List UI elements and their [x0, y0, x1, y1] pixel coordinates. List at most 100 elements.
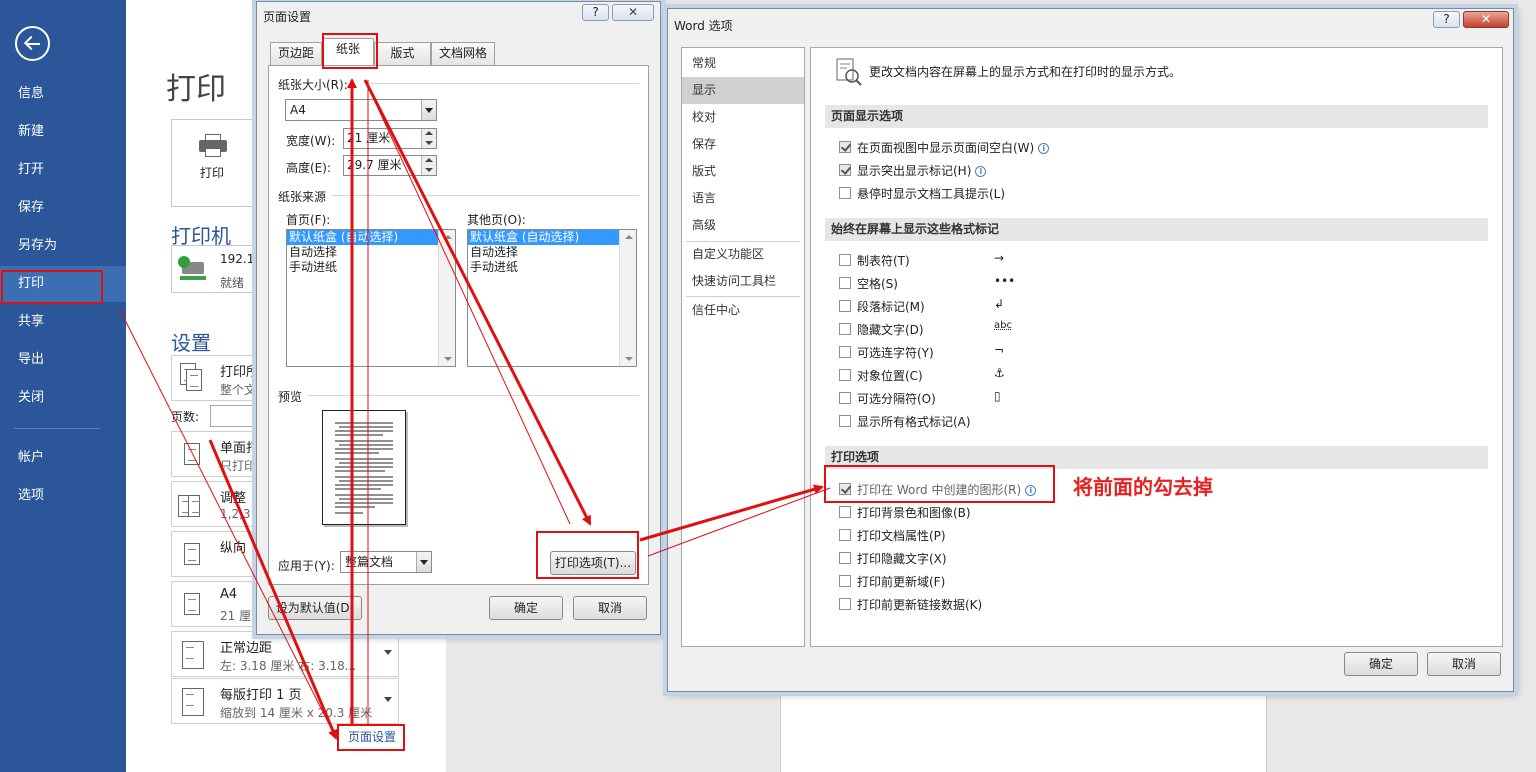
checkbox[interactable]: [839, 506, 851, 518]
nav-export[interactable]: 导出: [0, 342, 126, 378]
nav-proofing[interactable]: 校对: [682, 104, 804, 131]
checkbox[interactable]: [839, 415, 851, 427]
tab-layout[interactable]: 版式: [374, 42, 431, 65]
nav-save[interactable]: 保存: [682, 131, 804, 158]
margins-setting[interactable]: 正常边距 左: 3.18 厘米 右: 3.18...: [171, 631, 399, 677]
help-icon[interactable]: ?: [1433, 11, 1460, 28]
scrollbar[interactable]: [619, 230, 636, 366]
list-item[interactable]: 手动进纸: [287, 260, 455, 275]
width-spinner[interactable]: 21 厘米: [343, 128, 437, 149]
nav-customize-ribbon[interactable]: 自定义功能区: [682, 241, 804, 268]
printer-selector[interactable]: 192.1 就绪: [171, 245, 255, 293]
setting-line1: 调整: [220, 491, 247, 506]
nav-save-as[interactable]: 另存为: [0, 228, 126, 264]
spin-arrows-icon[interactable]: [421, 129, 436, 148]
spin-arrows-icon[interactable]: [421, 156, 436, 175]
print-button[interactable]: 打印: [171, 119, 253, 207]
checkbox[interactable]: [839, 598, 851, 610]
checkbox[interactable]: [839, 392, 851, 404]
setting-line1: 每版打印 1 页: [220, 688, 302, 703]
first-page-source-list[interactable]: 默认纸盒 (自动选择) 自动选择 手动进纸: [286, 229, 456, 367]
nav-quick-access[interactable]: 快速访问工具栏: [682, 268, 804, 295]
help-icon[interactable]: ?: [582, 4, 609, 21]
height-label: 高度(E):: [286, 161, 331, 175]
option-label: 显示突出显示标记(H): [857, 164, 972, 178]
width-value: 21 厘米: [347, 131, 391, 145]
nav-close[interactable]: 关闭: [0, 380, 126, 416]
nav-general[interactable]: 常规: [682, 50, 804, 77]
nav-open[interactable]: 打开: [0, 152, 126, 188]
nav-language[interactable]: 语言: [682, 185, 804, 212]
set-default-button[interactable]: 设为默认值(D): [268, 596, 362, 620]
printer-status: 就绪: [220, 276, 245, 290]
list-item[interactable]: 手动进纸: [468, 260, 636, 275]
printer-ready-icon: [178, 254, 208, 284]
checkbox[interactable]: [839, 323, 851, 335]
tab-margins[interactable]: 页边距: [270, 42, 322, 65]
group-divider: [307, 395, 639, 396]
nav-advanced[interactable]: 高级: [682, 212, 804, 239]
group-divider: [369, 83, 639, 84]
list-item[interactable]: 默认纸盒 (自动选择): [287, 230, 438, 245]
nav-save[interactable]: 保存: [0, 190, 126, 226]
width-label: 宽度(W):: [286, 134, 336, 148]
highlight-page-setup-link: [337, 724, 405, 751]
option-label: 在页面视图中显示页面间空白(W): [857, 141, 1035, 155]
format-marks-section: 始终在屏幕上显示这些格式标记: [825, 218, 1488, 241]
pages-per-sheet-setting[interactable]: 每版打印 1 页 缩放到 14 厘米 x 20.3 厘米: [171, 678, 399, 724]
display-header-text: 更改文档内容在屏幕上的显示方式和在打印时的显示方式。: [869, 65, 1182, 79]
paper-source-group-label: 纸张来源: [278, 190, 327, 204]
cancel-button[interactable]: 取消: [573, 596, 647, 620]
checkbox[interactable]: [839, 164, 851, 176]
nav-share[interactable]: 共享: [0, 304, 126, 340]
checkbox[interactable]: [839, 187, 851, 199]
option-label: 悬停时显示文档工具提示(L): [857, 187, 1006, 201]
print-button-label: 打印: [199, 166, 224, 180]
close-icon[interactable]: ✕: [612, 4, 654, 21]
cancel-button[interactable]: 取消: [1427, 652, 1501, 676]
chevron-down-icon: [421, 100, 436, 120]
ok-button[interactable]: 确定: [489, 596, 563, 620]
setting-line2: 只打印: [220, 459, 257, 473]
printer-icon: [199, 134, 227, 157]
list-item[interactable]: 默认纸盒 (自动选择): [468, 230, 619, 245]
apply-to-select[interactable]: 整篇文档: [340, 551, 432, 573]
nav-divider: [14, 428, 100, 429]
first-page-label: 首页(F):: [286, 213, 331, 227]
word-options-dialog: Word 选项 ? ✕ 常规 显示 校对 保存 版式 语言 高级 自定义功能区 …: [667, 8, 1514, 692]
anchor-icon: ⚓: [994, 366, 1005, 380]
setting-line1: A4: [220, 587, 238, 602]
checkbox[interactable]: [839, 575, 851, 587]
checkbox[interactable]: [839, 552, 851, 564]
checkbox[interactable]: [839, 277, 851, 289]
option-label: 打印背景色和图像(B): [857, 506, 971, 520]
height-spinner[interactable]: 29.7 厘米: [343, 155, 437, 176]
nav-info[interactable]: 信息: [0, 76, 126, 112]
back-arrow-icon[interactable]: [15, 26, 50, 61]
checkbox[interactable]: [839, 300, 851, 312]
list-item[interactable]: 自动选择: [287, 245, 455, 260]
option-label: 打印文档属性(P): [857, 529, 946, 543]
close-icon[interactable]: ✕: [1463, 11, 1509, 28]
nav-options[interactable]: 选项: [0, 478, 126, 514]
info-icon: i: [975, 166, 987, 177]
paper-size-select[interactable]: A4: [285, 99, 437, 121]
setting-line2: 左: 3.18 厘米 右: 3.18...: [220, 659, 357, 673]
nav-typography[interactable]: 版式: [682, 158, 804, 185]
chevron-down-icon: [384, 697, 392, 702]
checkbox[interactable]: [839, 369, 851, 381]
nav-trust-center[interactable]: 信任中心: [682, 297, 804, 324]
other-pages-source-list[interactable]: 默认纸盒 (自动选择) 自动选择 手动进纸: [467, 229, 637, 367]
checkbox[interactable]: [839, 141, 851, 153]
list-item[interactable]: 自动选择: [468, 245, 636, 260]
scrollbar[interactable]: [438, 230, 455, 366]
checkbox[interactable]: [839, 254, 851, 266]
nav-account[interactable]: 帐户: [0, 440, 126, 476]
checkbox[interactable]: [839, 529, 851, 541]
setting-line1: 打印所: [220, 365, 260, 380]
ok-button[interactable]: 确定: [1344, 652, 1418, 676]
nav-new[interactable]: 新建: [0, 114, 126, 150]
tab-doc-grid[interactable]: 文档网格: [431, 42, 495, 65]
nav-display[interactable]: 显示: [682, 77, 804, 104]
checkbox[interactable]: [839, 346, 851, 358]
